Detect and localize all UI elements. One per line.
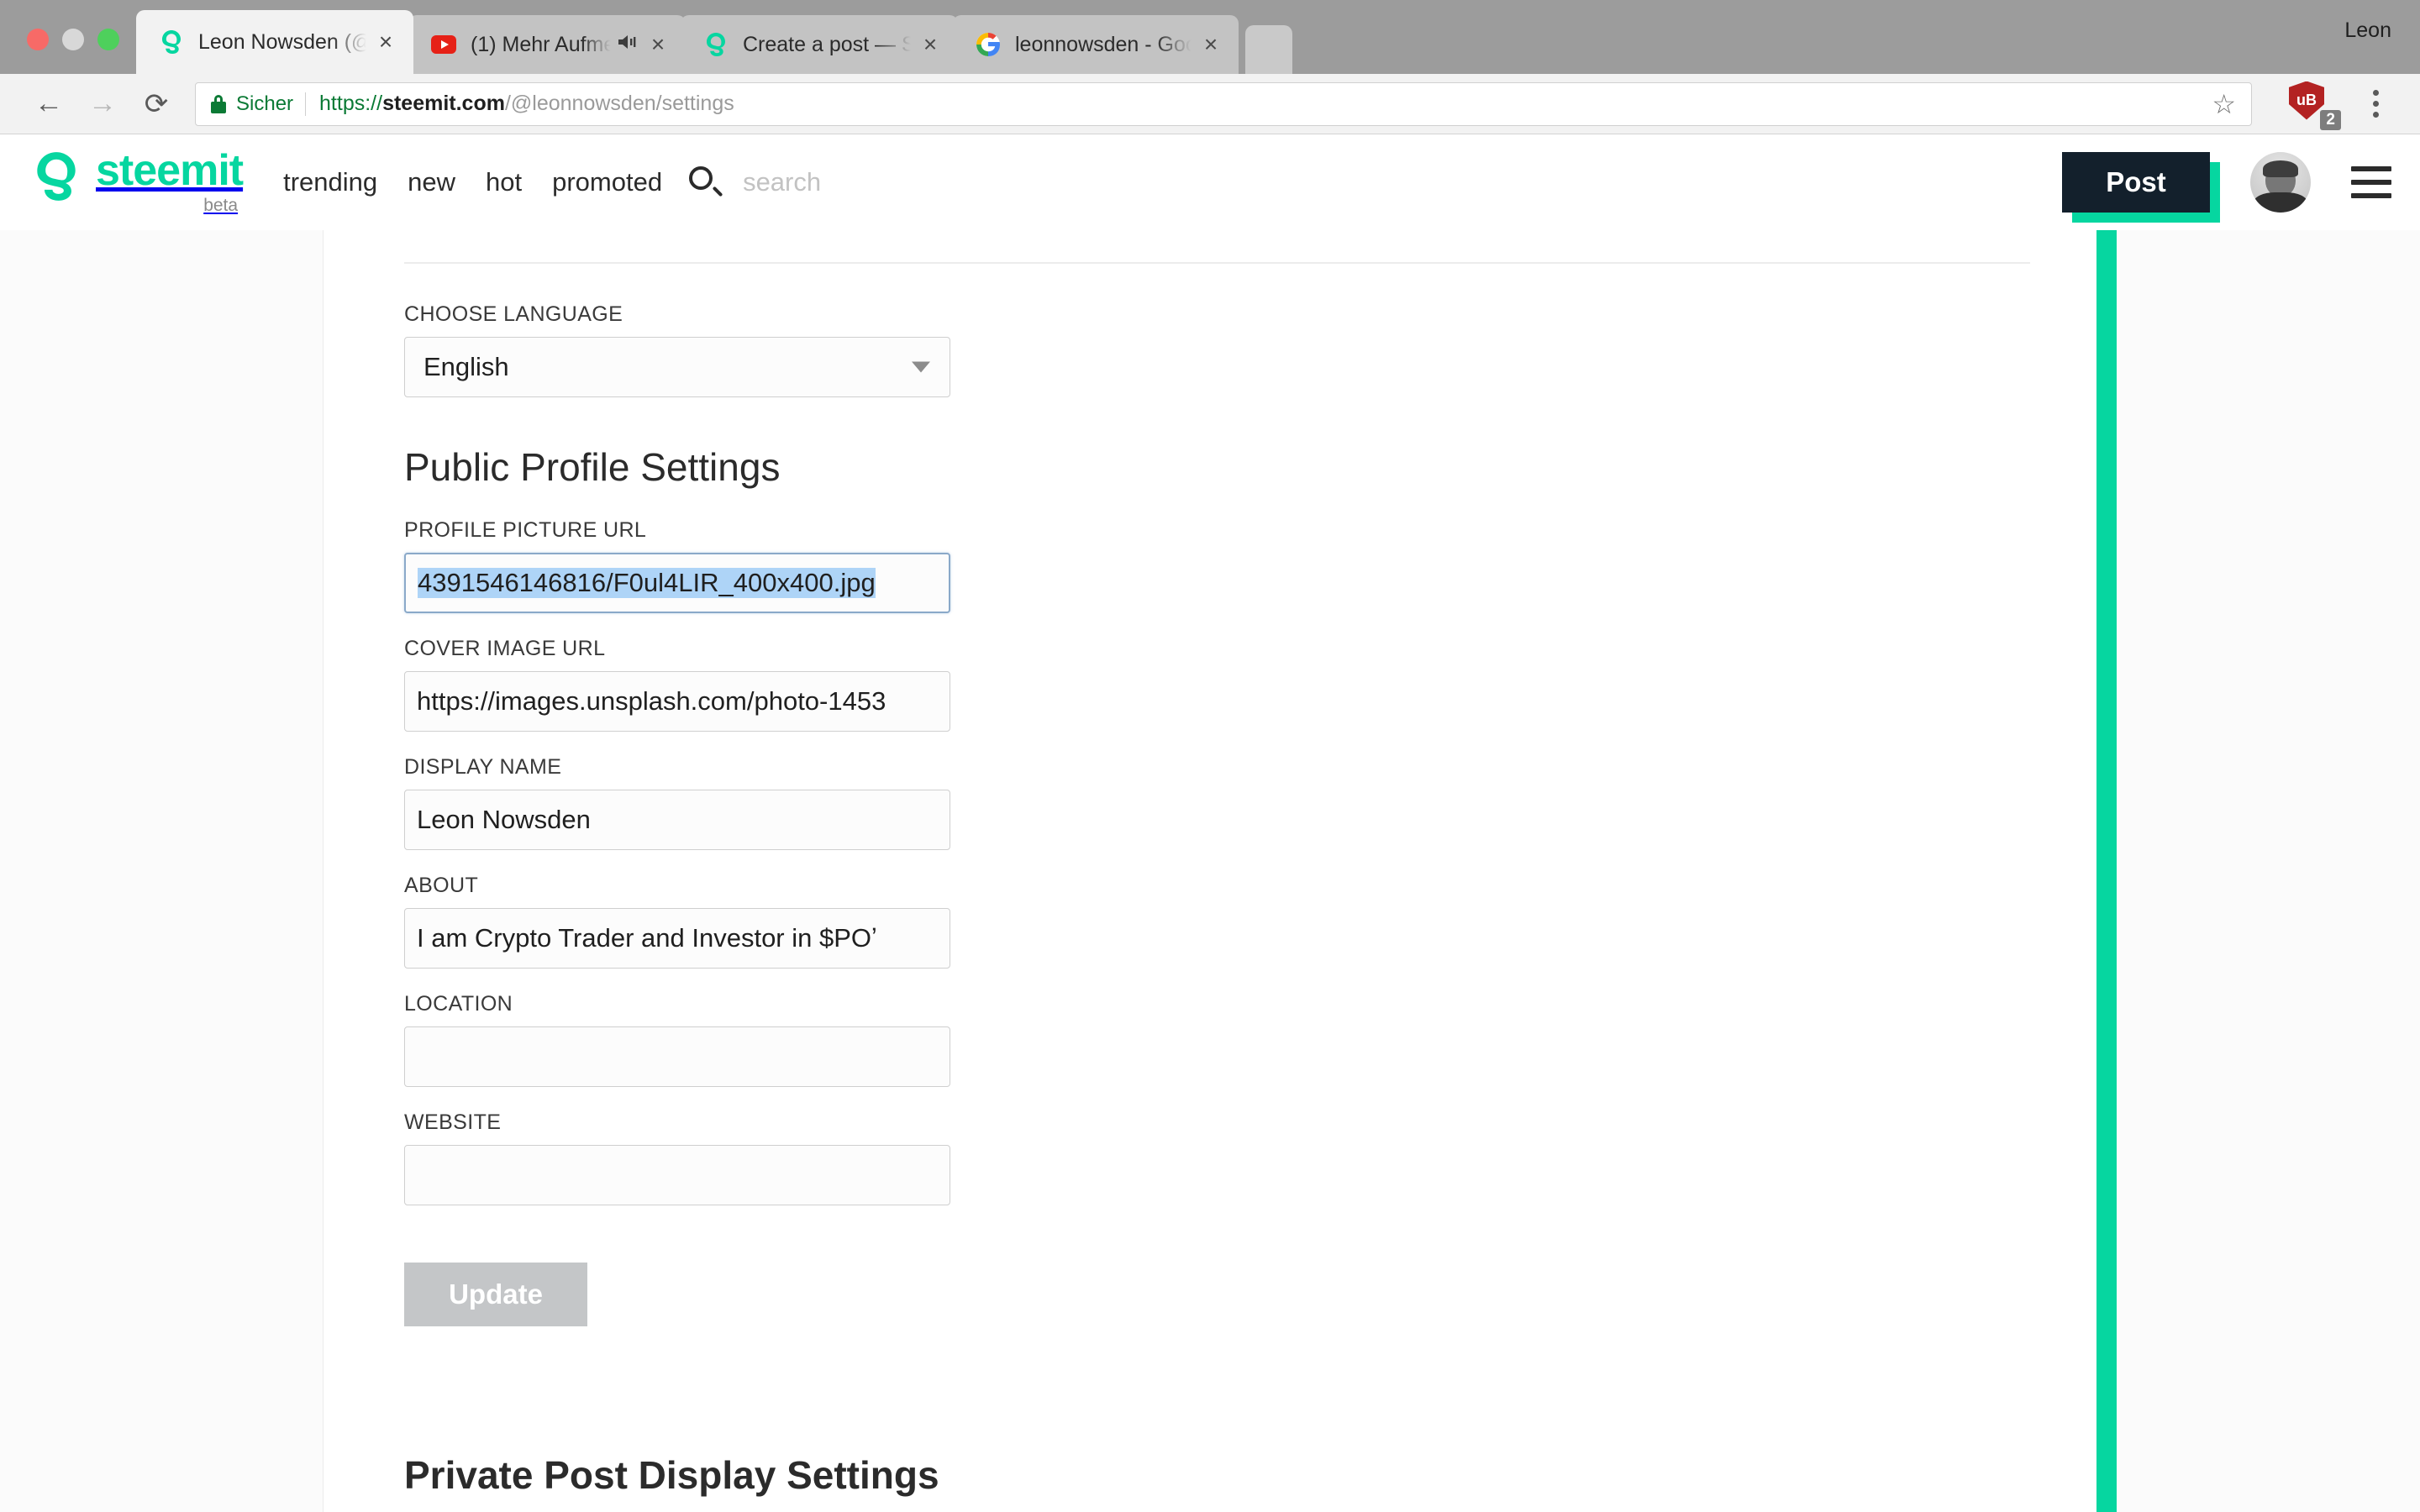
hamburger-menu-icon[interactable] [2351, 166, 2391, 198]
browser-profile-name[interactable]: Leon [2344, 18, 2391, 43]
settings-form: CHOOSE LANGUAGE English Public Profile S… [324, 230, 2030, 1498]
shield-icon: uB [2289, 81, 2324, 120]
browser-tab-2[interactable]: (1) Mehr Aufmerksamkeit Au × [408, 15, 686, 74]
url-host: steemit.com [382, 92, 505, 115]
reload-icon[interactable]: ⟳ [129, 77, 183, 131]
browser-menu-icon[interactable] [2353, 90, 2398, 118]
nav-item-promoted[interactable]: promoted [552, 167, 662, 197]
right-gutter [2117, 230, 2420, 1512]
main-nav: trending new hot promoted [283, 167, 662, 197]
private-post-display-settings-title: Private Post Display Settings [404, 1453, 939, 1497]
page-body: CHOOSE LANGUAGE English Public Profile S… [0, 230, 2420, 1512]
cover-image-url-input[interactable]: https://images.unsplash.com/photo-1453 [404, 671, 950, 732]
profile-picture-url-input[interactable]: 4391546146816/F0ul4LIR_400x400.jpg [404, 553, 950, 613]
nav-item-trending[interactable]: trending [283, 167, 377, 197]
display-name-value: Leon Nowsden [417, 805, 591, 834]
settings-content-column: CHOOSE LANGUAGE English Public Profile S… [324, 230, 2420, 1512]
omnibox-divider [305, 92, 307, 116]
tab-title: Create a post — Steemit [743, 32, 914, 56]
language-select-wrapper: English [404, 337, 950, 397]
browser-toolbar: ← → ⟳ Sicher https://steemit.com/@leonno… [0, 74, 2420, 134]
steemit-logo-icon [29, 149, 84, 204]
section-divider [404, 262, 2030, 264]
avatar[interactable] [2250, 152, 2311, 213]
update-button[interactable]: Update [404, 1263, 587, 1326]
close-tab-icon[interactable]: × [370, 30, 402, 54]
search-area [689, 166, 1097, 198]
field-display-name: DISPLAY NAME Leon Nowsden [404, 755, 950, 850]
tab-title: Leon Nowsden (@leonnowsden [198, 29, 370, 54]
tab-strip: Leon Nowsden (@leonnowsden × (1) Mehr Au… [0, 0, 2420, 74]
location-input[interactable] [404, 1026, 950, 1087]
search-input[interactable] [743, 167, 1097, 197]
post-button[interactable]: Post [2062, 152, 2210, 213]
field-location: LOCATION [404, 992, 950, 1087]
website-label: WEBSITE [404, 1110, 502, 1134]
browser-window: Leon Nowsden (@leonnowsden × (1) Mehr Au… [0, 0, 2420, 1512]
minimize-window-button[interactable] [62, 29, 84, 50]
maximize-window-button[interactable] [97, 29, 119, 50]
profile-picture-url-label: PROFILE PICTURE URL [404, 518, 647, 542]
field-website: WEBSITE [404, 1110, 950, 1205]
about-value: I am Crypto Trader and Investor in $POʼ [417, 923, 877, 953]
scroll-progress-indicator [2096, 230, 2117, 1512]
security-label: Sicher [236, 92, 294, 115]
language-select-value: English [424, 352, 509, 381]
forward-icon[interactable]: → [76, 77, 129, 131]
choose-language-label: CHOOSE LANGUAGE [404, 302, 623, 326]
close-tab-icon[interactable]: × [914, 33, 946, 56]
post-button-wrapper: Post [2062, 152, 2220, 223]
steemit-icon [158, 29, 185, 55]
browser-tab-1[interactable]: Leon Nowsden (@leonnowsden × [136, 10, 413, 74]
tab-audio-icon[interactable] [613, 33, 642, 56]
address-bar[interactable]: Sicher https://steemit.com/@leonnowsden/… [195, 81, 2252, 126]
address-bar-url: https://steemit.com/@leonnowsden/setting… [319, 92, 734, 116]
steemit-logo-link[interactable]: steemit beta [29, 146, 244, 216]
cover-image-url-value: https://images.unsplash.com/photo-1453 [417, 686, 886, 716]
youtube-icon [430, 31, 457, 58]
display-name-label: DISPLAY NAME [404, 755, 562, 779]
field-cover-image-url: COVER IMAGE URL https://images.unsplash.… [404, 637, 950, 732]
website-input[interactable] [404, 1145, 950, 1205]
field-about: ABOUT I am Crypto Trader and Investor in… [404, 874, 950, 969]
steemit-icon [702, 31, 729, 58]
public-profile-settings-title: Public Profile Settings [404, 445, 781, 489]
window-traffic-lights [0, 29, 136, 74]
brand-tagline: beta [203, 196, 239, 215]
browser-tab-3[interactable]: Create a post — Steemit × [681, 15, 958, 74]
site-header: steemit beta trending new hot promoted P… [0, 134, 2420, 230]
profile-picture-url-value: 4391546146816/F0ul4LIR_400x400.jpg [418, 568, 876, 598]
url-path: /@leonnowsden/settings [504, 92, 734, 115]
about-input[interactable]: I am Crypto Trader and Investor in $POʼ [404, 908, 950, 969]
nav-item-new[interactable]: new [408, 167, 455, 197]
browser-tab-4[interactable]: leonnowsden - Google Search × [953, 15, 1239, 74]
display-name-input[interactable]: Leon Nowsden [404, 790, 950, 850]
url-scheme: https:// [319, 92, 383, 115]
header-actions: Post [2062, 152, 2391, 223]
close-window-button[interactable] [27, 29, 49, 50]
back-icon[interactable]: ← [22, 77, 76, 131]
cover-image-url-label: COVER IMAGE URL [404, 637, 606, 660]
nav-item-hot[interactable]: hot [486, 167, 522, 197]
tab-title: leonnowsden - Google Search [1015, 32, 1195, 56]
chevron-down-icon [912, 361, 930, 373]
tab-list: Leon Nowsden (@leonnowsden × (1) Mehr Au… [136, 0, 1292, 74]
new-tab-button[interactable] [1245, 25, 1292, 74]
close-tab-icon[interactable]: × [642, 33, 674, 56]
extension-badge-count: 2 [2320, 109, 2341, 130]
close-tab-icon[interactable]: × [1195, 33, 1227, 56]
location-label: LOCATION [404, 992, 513, 1016]
ublock-extension-button[interactable]: uB 2 [2289, 81, 2341, 130]
about-label: ABOUT [404, 874, 479, 897]
language-select[interactable]: English [404, 337, 950, 397]
brand-name: steemit [96, 146, 244, 195]
google-icon [975, 31, 1002, 58]
left-gutter [0, 230, 324, 1512]
bookmark-star-icon[interactable]: ☆ [2212, 88, 2236, 120]
lock-icon [211, 94, 226, 113]
search-icon[interactable] [689, 166, 723, 198]
tab-title: (1) Mehr Aufmerksamkeit Au [471, 32, 613, 56]
field-profile-picture-url: PROFILE PICTURE URL 4391546146816/F0ul4L… [404, 518, 950, 613]
